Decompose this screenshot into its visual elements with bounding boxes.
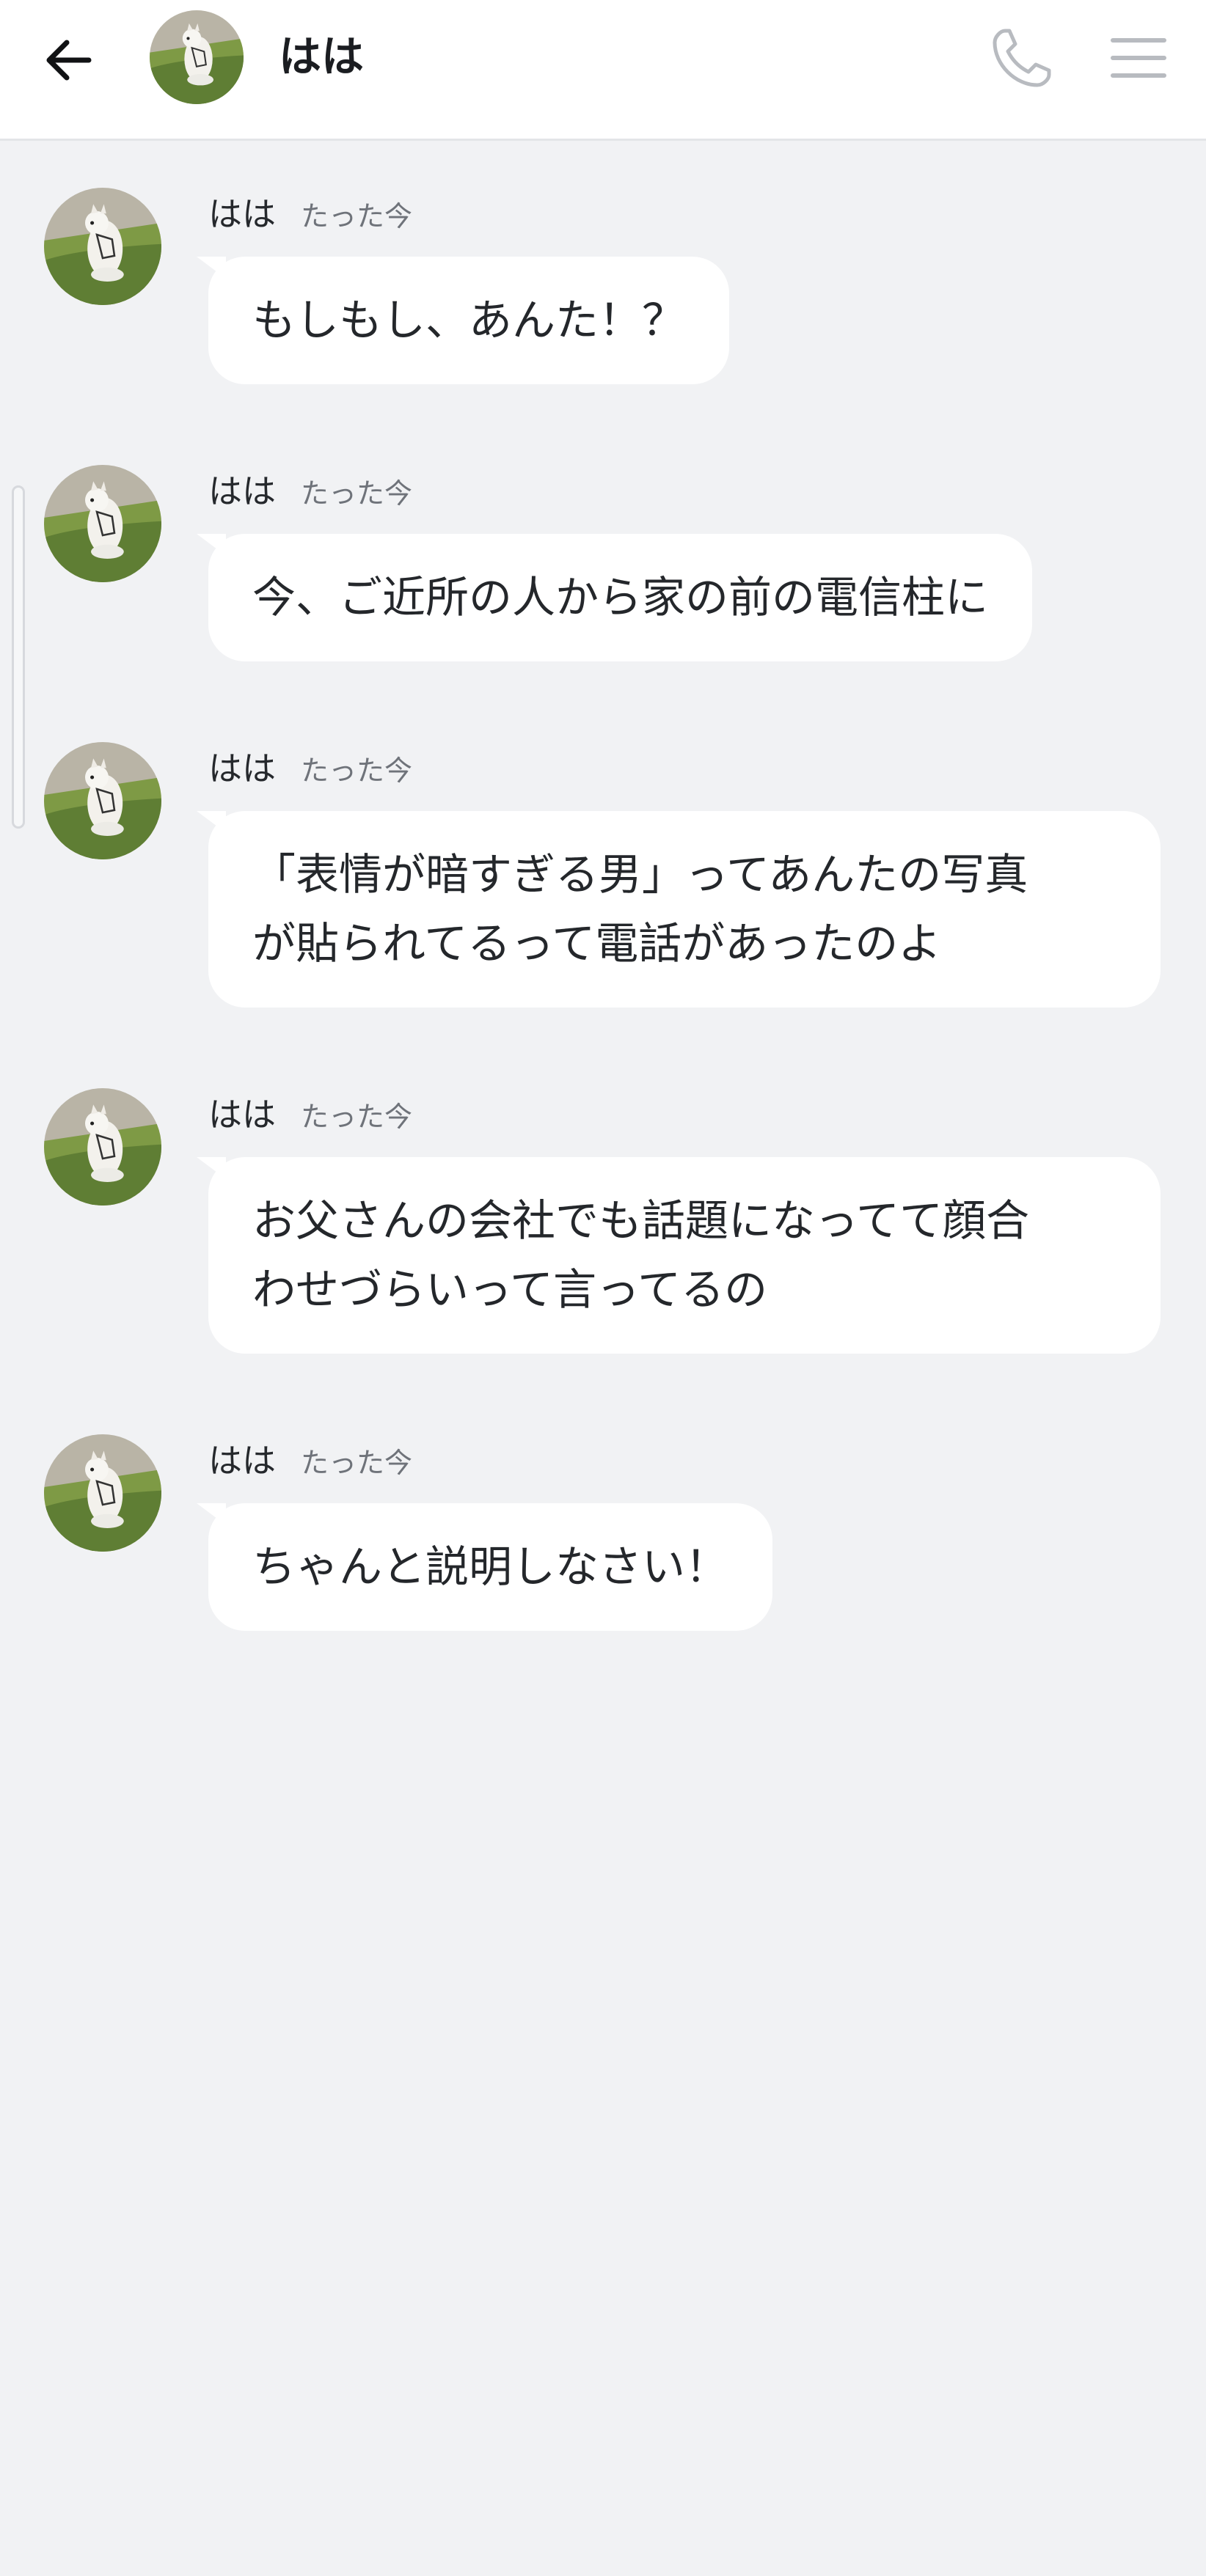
message-bubble[interactable]: お父さんの会社でも話題になってて顔合 わせづらいって言ってるの [197,1157,1161,1354]
bubble-tail [197,534,226,556]
sender-name: はは [208,194,276,234]
menu-button[interactable] [1100,25,1177,91]
chat-title: はは [279,32,365,81]
sender-name: はは [208,1095,276,1134]
bubble-tail [197,1503,226,1525]
message-meta: はは たった今 [208,1434,412,1486]
message-text-line: が貼られてるって電話があったのよ [252,918,942,969]
sender-avatar[interactable] [44,1434,161,1552]
message-meta: はは たった今 [208,1088,412,1140]
bubble-tail [197,1157,226,1179]
message-time: たった今 [301,200,413,232]
message-bubble[interactable]: ちゃんと説明しなさい！ [197,1503,773,1631]
sender-name: はは [208,1441,276,1480]
sender-avatar[interactable] [44,188,161,305]
bubble-tail [197,257,226,279]
message-text: もしもし、あんた！？ [252,295,686,345]
message-time: たった今 [301,1447,413,1479]
message-text-line: 「表情が暗すぎる男」ってあんたの写真 [252,849,1028,900]
message-time: たった今 [301,1101,413,1133]
sender-name: はは [208,749,276,788]
message-time: たった今 [301,755,413,787]
message-bubble[interactable]: 今、ご近所の人から家の前の電信柱に [197,534,1033,661]
sender-avatar[interactable] [44,1088,161,1206]
sender-name: はは [208,471,276,511]
message-bubble[interactable]: 「表情が暗すぎる男」ってあんたの写真 が貼られてるって電話があったのよ [197,811,1161,1008]
message-time: たった今 [301,477,413,510]
message-bubble[interactable]: もしもし、あんた！？ [197,257,730,384]
sender-avatar[interactable] [44,742,161,859]
message-meta: はは たった今 [208,465,412,516]
chat-header: はは [0,0,1206,141]
hamburger-menu-icon [1111,38,1166,78]
call-button[interactable] [983,21,1059,97]
message-text-line: わせづらいって言ってるの [252,1264,768,1315]
message-text: ちゃんと説明しなさい！ [252,1541,729,1592]
bubble-tail [197,811,226,833]
message-meta: はは たった今 [208,188,412,239]
arrow-left-icon [46,40,92,81]
contact-avatar[interactable] [150,10,244,104]
scrollbar[interactable] [12,485,25,829]
back-button[interactable] [37,28,101,92]
message-text-line: お父さんの会社でも話題になってて顔合 [252,1195,1030,1246]
phone-icon [993,29,1051,87]
message-text: 今、ご近所の人から家の前の電信柱に [252,572,989,623]
sender-avatar[interactable] [44,465,161,582]
message-meta: はは たった今 [208,742,412,793]
